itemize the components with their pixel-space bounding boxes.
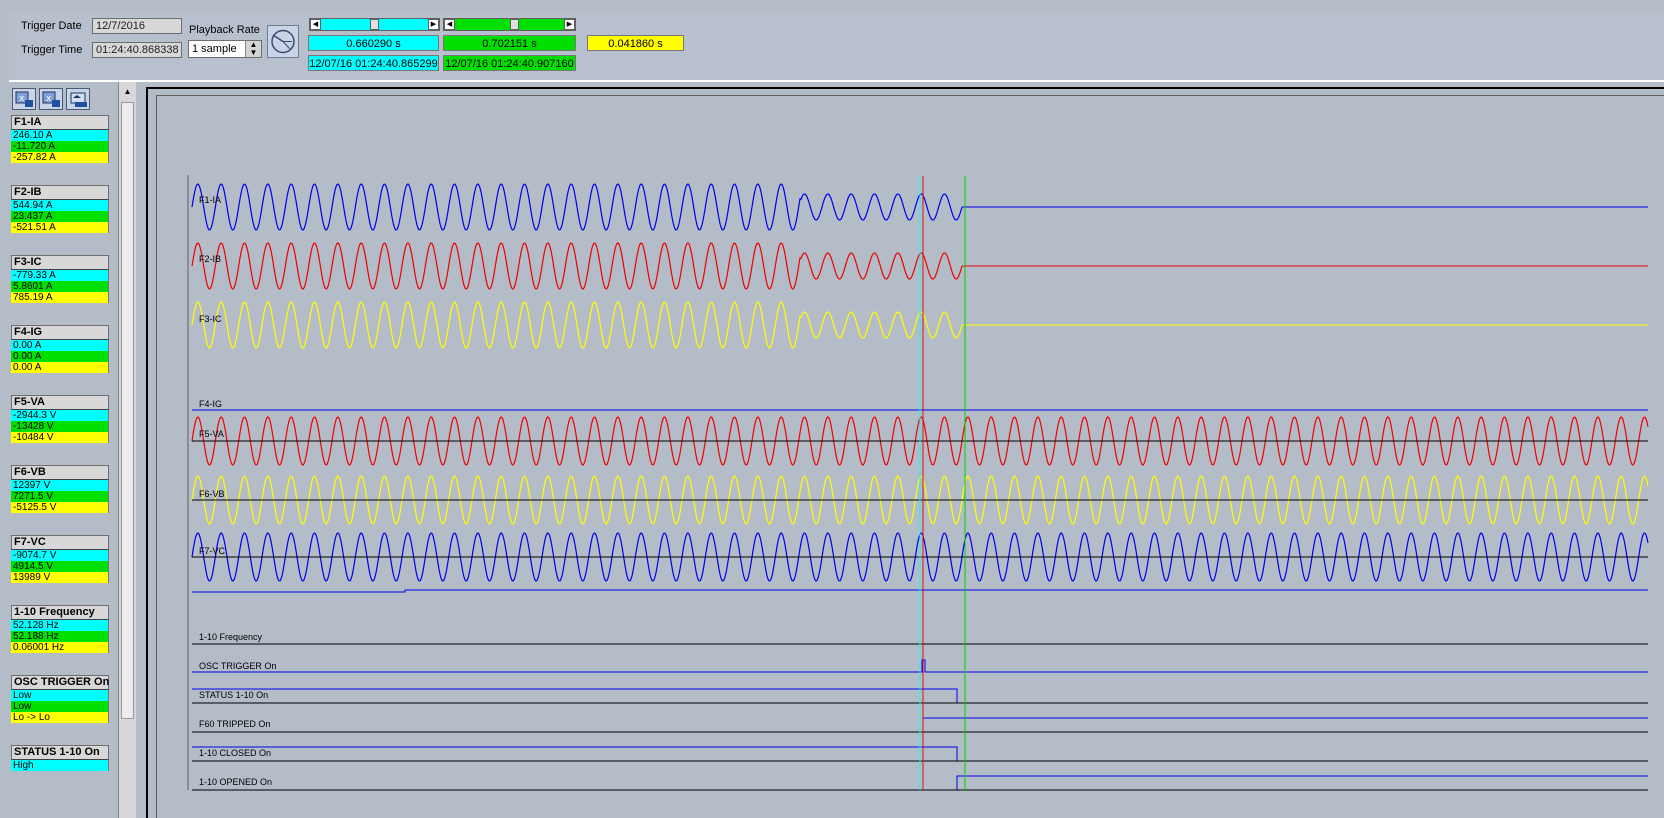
trace-label-ic: F3-IC bbox=[199, 314, 222, 324]
trace-label-opened: 1-10 OPENED On bbox=[199, 777, 272, 787]
trace-label-va: F5-VA bbox=[199, 429, 224, 439]
oscillography-viewer-window: Trigger Date 12/7/2016 Trigger Time 01:2… bbox=[0, 0, 1664, 818]
trace-label-osc-trigger: OSC TRIGGER On bbox=[199, 661, 276, 671]
ib-waveform bbox=[191, 242, 963, 290]
trace-label-vc: F7-VC bbox=[199, 546, 226, 556]
trace-label-status: STATUS 1-10 On bbox=[199, 690, 268, 700]
trace-label-ig: F4-IG bbox=[199, 399, 222, 409]
trace-label-vb: F6-VB bbox=[199, 489, 225, 499]
trace-label-closed: 1-10 CLOSED On bbox=[199, 748, 271, 758]
ia-waveform bbox=[191, 183, 963, 231]
trace-label-ib: F2-IB bbox=[199, 254, 221, 264]
trace-label-frequency: 1-10 Frequency bbox=[199, 632, 263, 642]
waveform-plot[interactable]: F1-IA F2-IB F3-IC F4-IG F5-VA F6-VB F7-V… bbox=[0, 0, 1664, 818]
ic-waveform bbox=[191, 301, 963, 349]
trace-label-ia: F1-IA bbox=[199, 195, 221, 205]
trace-label-f60-tripped: F60 TRIPPED On bbox=[199, 719, 270, 729]
